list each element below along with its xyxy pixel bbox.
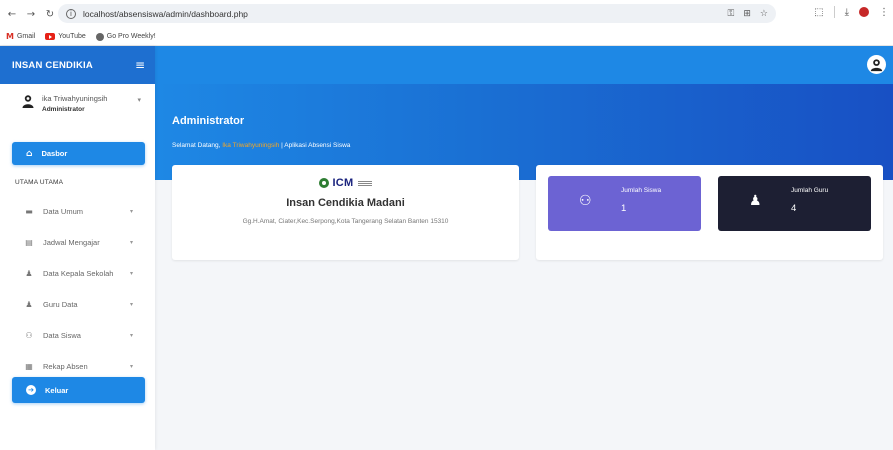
- bookmark-youtube[interactable]: YouTube: [45, 33, 86, 40]
- school-logo: ICM: [172, 177, 519, 189]
- users-icon: ⚇: [25, 331, 33, 340]
- welcome-user-name: Ika Triwahyuningsih: [222, 142, 280, 149]
- user-tie-icon: ♟: [25, 300, 33, 309]
- more-menu-icon[interactable]: ⋮: [879, 7, 889, 18]
- bookmarks-bar: M Gmail YouTube Go Pro Weekly!: [0, 28, 893, 46]
- sidebar-menu: ▬ Data Umum ▾ ▤ Jadwal Mengajar ▾ ♟ Data…: [0, 196, 155, 382]
- avatar-icon: [870, 59, 883, 72]
- bookmark-gopro[interactable]: Go Pro Weekly!: [95, 32, 156, 41]
- gmail-icon: M: [6, 32, 14, 41]
- list-icon: ▦: [25, 362, 33, 371]
- home-icon: ⌂: [26, 148, 33, 159]
- teacher-icon: ♟: [749, 193, 762, 209]
- brand-bar: INSAN CENDIKIA ≡: [0, 46, 155, 84]
- students-icon: ⚇: [579, 193, 592, 209]
- document-icon: ▤: [25, 238, 33, 247]
- chevron-down-icon[interactable]: ▾: [137, 96, 141, 104]
- chevron-down-icon: ▾: [129, 239, 133, 246]
- user-panel[interactable]: ika Triwahyuningsih Administrator ▾: [0, 84, 155, 142]
- sidebar-item-dasbor[interactable]: ⌂ Dasbor: [12, 142, 145, 165]
- chevron-down-icon: ▾: [129, 363, 133, 370]
- logo-tagline-icon: [357, 180, 372, 186]
- chevron-down-icon: ▾: [129, 270, 133, 277]
- bookmark-gmail[interactable]: M Gmail: [6, 32, 35, 41]
- browser-toolbar: ← → ↻ i localhost/absensiswa/admin/dashb…: [0, 0, 893, 28]
- sidebar-item-data-siswa[interactable]: ⚇ Data Siswa ▾: [0, 320, 155, 351]
- user-name: ika Triwahyuningsih: [42, 94, 108, 103]
- logout-button[interactable]: ➔ Keluar: [12, 377, 145, 403]
- forward-icon[interactable]: →: [23, 9, 39, 20]
- school-seal-icon: [319, 178, 330, 188]
- stats-card: ⚇ Jumlah Siswa 1 ♟ Jumlah Guru 4: [536, 165, 883, 260]
- stat-value: 1: [621, 203, 627, 214]
- user-role: Administrator: [42, 106, 85, 113]
- user-avatar-button[interactable]: [867, 55, 886, 74]
- chevron-down-icon: ▾: [129, 208, 133, 215]
- profile-icon[interactable]: [859, 7, 869, 17]
- sidebar-section-title: UTAMA UTAMA: [15, 179, 64, 186]
- app: Administrator Selamat Datang, Ika Triwah…: [0, 46, 893, 450]
- chevron-down-icon: ▾: [129, 301, 133, 308]
- stat-jumlah-guru[interactable]: ♟ Jumlah Guru 4: [718, 176, 871, 231]
- globe-icon: [95, 32, 104, 41]
- reload-icon[interactable]: ↻: [42, 9, 58, 20]
- translate-icon[interactable]: ⊞: [743, 9, 751, 19]
- page-title: Administrator: [172, 115, 245, 127]
- back-icon[interactable]: ←: [4, 9, 20, 20]
- bookmark-star-icon[interactable]: ☆: [760, 9, 768, 19]
- extensions-icon[interactable]: ⬚: [814, 7, 823, 18]
- stat-label: Jumlah Siswa: [621, 187, 662, 194]
- sidebar: INSAN CENDIKIA ≡ ika Triwahyuningsih Adm…: [0, 46, 155, 450]
- password-key-icon[interactable]: ⚿: [728, 9, 735, 19]
- stat-label: Jumlah Guru: [791, 187, 829, 194]
- sidebar-item-data-umum[interactable]: ▬ Data Umum ▾: [0, 196, 155, 227]
- address-bar[interactable]: i localhost/absensiswa/admin/dashboard.p…: [58, 4, 776, 23]
- url-text[interactable]: localhost/absensiswa/admin/dashboard.php: [83, 9, 248, 19]
- stat-value: 4: [791, 203, 797, 214]
- school-info-card: ICM Insan Cendikia Madani Gg.H.Amat, Cia…: [172, 165, 519, 260]
- chevron-down-icon: ▾: [129, 332, 133, 339]
- stat-jumlah-siswa[interactable]: ⚇ Jumlah Siswa 1: [548, 176, 701, 231]
- user-tie-icon: ♟: [25, 269, 33, 278]
- brand-name[interactable]: INSAN CENDIKIA: [12, 60, 93, 71]
- user-avatar-icon: [22, 95, 34, 108]
- toolbar-divider: [833, 6, 835, 18]
- folder-icon: ▬: [25, 207, 33, 216]
- sidebar-item-jadwal-mengajar[interactable]: ▤ Jadwal Mengajar ▾: [0, 227, 155, 258]
- hamburger-menu-icon[interactable]: ≡: [135, 58, 145, 72]
- youtube-icon: [45, 33, 56, 40]
- sidebar-item-data-kepala-sekolah[interactable]: ♟ Data Kepala Sekolah ▾: [0, 258, 155, 289]
- site-info-icon[interactable]: i: [66, 8, 76, 19]
- sidebar-item-guru-data[interactable]: ♟ Guru Data ▾: [0, 289, 155, 320]
- school-name: Insan Cendikia Madani: [286, 197, 405, 209]
- logout-icon: ➔: [26, 385, 36, 395]
- school-address: Gg.H.Amat, Ciater,Kec.Serpong,Kota Tange…: [242, 218, 449, 225]
- download-icon[interactable]: ⤓: [845, 7, 849, 18]
- welcome-text: Selamat Datang, Ika Triwahyuningsih | Ap…: [172, 142, 351, 149]
